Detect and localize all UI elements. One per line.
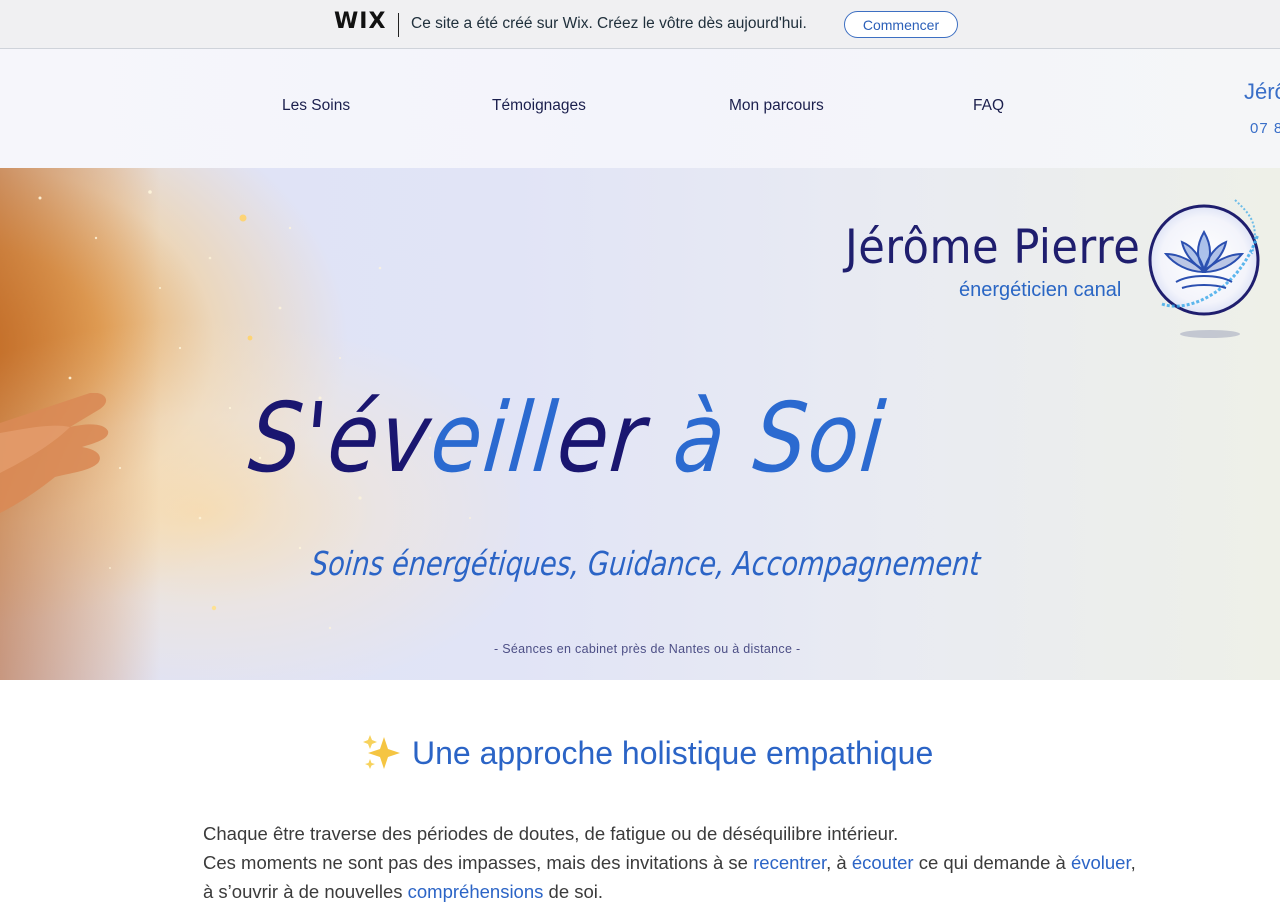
hero-title-part: S'év bbox=[244, 382, 437, 494]
banner-divider bbox=[398, 13, 399, 37]
hero-title-part: eill bbox=[426, 382, 564, 494]
section-heading-text: Une approche holistique empathique bbox=[412, 734, 934, 771]
hero-role: énergéticien canal bbox=[959, 279, 1122, 301]
header-phone[interactable]: 07 8 bbox=[1250, 120, 1280, 137]
hero-title-part: à Soi bbox=[641, 382, 891, 494]
keyword-comprehensions: compréhensions bbox=[407, 881, 544, 902]
banner-message: Ce site a été créé sur Wix. Créez le vôt… bbox=[411, 15, 807, 32]
text-segment: , bbox=[1130, 852, 1136, 873]
text-segment: , à bbox=[826, 852, 852, 873]
intro-line-1: Chaque être traverse des périodes de dou… bbox=[203, 823, 899, 844]
text-segment: ce qui demande à bbox=[913, 852, 1071, 873]
lotus-icon bbox=[1148, 199, 1260, 338]
text-segment: Ces moments ne sont pas des impasses, ma… bbox=[203, 852, 754, 873]
hero-location-note: - Séances en cabinet près de Nantes ou à… bbox=[494, 642, 801, 656]
keyword-evoluer: évoluer bbox=[1070, 852, 1131, 873]
wix-banner: WIX Ce site a été créé sur Wix. Créez le… bbox=[0, 0, 1280, 49]
header-name: Jérô bbox=[1244, 79, 1280, 104]
keyword-ecouter: écouter bbox=[851, 852, 914, 873]
hero-name: Jérôme Pierre bbox=[845, 220, 1141, 275]
sparkles-icon bbox=[363, 735, 400, 769]
section-heading: Une approche holistique empathique bbox=[362, 733, 933, 773]
open-hand bbox=[0, 393, 109, 513]
keyword-recentrer: recentrer bbox=[753, 852, 827, 873]
start-button[interactable]: Commencer bbox=[844, 11, 958, 38]
header-contact: Jérô 07 8 bbox=[1244, 79, 1280, 143]
site-header: Les Soins Témoignages Mon parcours FAQ J… bbox=[0, 49, 1280, 168]
nav-item-soins[interactable]: Les Soins bbox=[282, 97, 350, 115]
hero-title-part: er bbox=[552, 382, 652, 494]
text-segment: à s’ouvrir à de nouvelles bbox=[203, 881, 408, 902]
intro-line-3: à s’ouvrir à de nouvelles compréhensions… bbox=[203, 877, 1103, 906]
text-segment: de soi. bbox=[543, 881, 604, 902]
wix-logo[interactable]: WIX bbox=[334, 9, 386, 34]
nav-item-parcours[interactable]: Mon parcours bbox=[729, 97, 824, 115]
intro-paragraph: Chaque être traverse des périodes de dou… bbox=[203, 819, 1136, 906]
intro-line-2: Ces moments ne sont pas des impasses, ma… bbox=[203, 848, 1136, 877]
hero-title: S'éveiller à Soi bbox=[245, 382, 891, 494]
hero-banner: Jérôme Pierre énergéticien canal S'éveil… bbox=[0, 168, 1280, 680]
nav-item-temoignages[interactable]: Témoignages bbox=[492, 97, 586, 115]
nav-item-faq[interactable]: FAQ bbox=[973, 97, 1004, 115]
hero-subtitle: Soins énergétiques, Guidance, Accompagne… bbox=[309, 544, 982, 583]
